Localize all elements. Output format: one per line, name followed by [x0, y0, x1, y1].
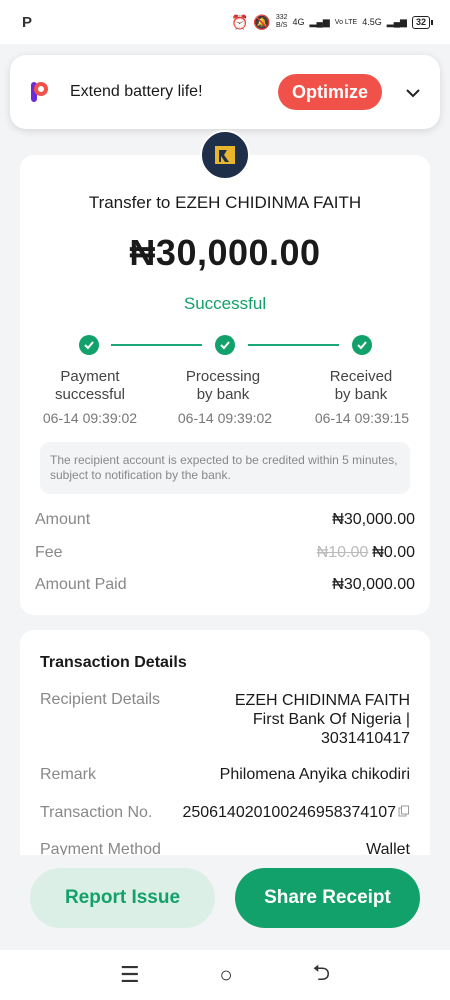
timeline-connector — [111, 344, 202, 346]
remark-value: Philomena Anyika chikodiri — [219, 766, 410, 783]
fee-row: Fee ₦10.00 ₦0.00 — [35, 544, 415, 562]
speed-unit: B/S — [276, 22, 288, 29]
transfer-status: Successful — [183, 294, 267, 313]
status-bar: P ⏰ 🔕 332 B/S 4G ▂▄▆ Vo LTE 4.5G ▂▄▆ 32 — [0, 0, 450, 44]
step-label-line: Processing — [185, 368, 261, 385]
signal-icon-2: ▂▄▆ — [386, 16, 407, 27]
step-label-line: by bank — [196, 386, 250, 403]
transaction-number-label: Transaction No. — [40, 804, 153, 821]
signal-icon: ▂▄▆ — [309, 16, 330, 27]
transfer-title: Transfer to EZEH CHIDINMA FAITH — [88, 193, 362, 212]
network-speed: 332 B/S — [276, 14, 288, 30]
speed-value: 332 — [275, 14, 288, 21]
amount-paid-label: Amount Paid — [35, 576, 127, 593]
palmpay-logo-icon — [28, 80, 52, 104]
banner-message: Extend battery life! — [70, 83, 203, 100]
amount-paid-row: Amount Paid ₦30,000.00 — [35, 576, 415, 594]
fee-label: Fee — [35, 544, 63, 561]
recipient-bank: First Bank Of Nigeria | — [252, 711, 410, 728]
share-receipt-button[interactable]: Share Receipt — [235, 868, 420, 928]
report-issue-button[interactable]: Report Issue — [30, 868, 215, 928]
fee-value: ₦0.00 — [372, 544, 415, 561]
timeline-step-time: 06-14 09:39:15 — [314, 410, 410, 426]
check-icon — [79, 335, 99, 355]
credit-notice: The recipient account is expected to be … — [40, 442, 410, 494]
recipient-name: EZEH CHIDINMA FAITH — [234, 692, 410, 709]
timeline-step-time: 06-14 09:39:02 — [42, 410, 138, 426]
check-icon — [352, 335, 372, 355]
alarm-icon: ⏰ — [230, 14, 249, 30]
fee-original: ₦10.00 — [316, 544, 369, 561]
status-icons: ⏰ 🔕 332 B/S 4G ▂▄▆ Vo LTE 4.5G ▂▄▆ 32 — [230, 14, 434, 30]
timeline-step-label: Received by bank — [296, 368, 426, 404]
system-nav-bar: ☰ ○ ⮌ — [0, 950, 450, 1000]
step-label-line: successful — [54, 386, 126, 403]
recipient-account: 3031410417 — [321, 730, 410, 747]
transaction-number-text: 250614020100246958374107 — [182, 804, 396, 822]
fee-values: ₦10.00 ₦0.00 — [317, 544, 415, 562]
recipient-row: Recipient Details EZEH CHIDINMA FAITH Fi… — [40, 691, 410, 748]
menu-icon[interactable]: ☰ — [120, 962, 140, 988]
transfer-amount: ₦30,000.00 — [129, 232, 321, 273]
battery-banner[interactable]: Extend battery life! Optimize — [10, 55, 440, 129]
timeline-step-time: 06-14 09:39:02 — [177, 410, 273, 426]
amount-paid-value: ₦30,000.00 — [332, 576, 415, 593]
timeline-step-label: Processing by bank — [158, 368, 288, 404]
mute-icon: 🔕 — [253, 14, 271, 30]
back-icon[interactable]: ⮌ — [312, 956, 330, 994]
step-label-line: by bank — [334, 386, 388, 403]
timeline-step-label: Payment successful — [25, 368, 155, 404]
step-label-line: Payment — [60, 368, 120, 385]
battery-icon: 32 — [411, 15, 434, 29]
step-label-line: Received — [329, 368, 393, 385]
home-icon[interactable]: ○ — [219, 962, 232, 988]
transaction-number-value[interactable]: 250614020100246958374107 — [182, 804, 410, 822]
amount-row: Amount ₦30,000.00 — [35, 511, 415, 529]
app-notification-icon: P — [22, 13, 33, 31]
network-4g: 4G — [292, 17, 305, 27]
check-icon — [215, 335, 235, 355]
remark-label: Remark — [40, 766, 97, 783]
transaction-number-row: Transaction No. 250614020100246958374107 — [40, 804, 410, 822]
remark-row: Remark Philomena Anyika chikodiri — [40, 766, 410, 784]
network-45g: 4.5G — [362, 17, 382, 27]
timeline-connector — [248, 344, 339, 346]
recipient-value: EZEH CHIDINMA FAITH First Bank Of Nigeri… — [235, 691, 410, 748]
copy-icon[interactable] — [398, 804, 410, 822]
optimize-button[interactable]: Optimize — [277, 74, 382, 110]
recipient-label: Recipient Details — [40, 691, 161, 708]
chevron-down-icon[interactable] — [404, 82, 422, 103]
bank-logo-icon — [200, 130, 250, 180]
amount-value: ₦30,000.00 — [332, 511, 415, 528]
details-title: Transaction Details — [40, 654, 187, 671]
volte-label: Vo LTE — [334, 18, 358, 26]
amount-label: Amount — [35, 511, 91, 528]
